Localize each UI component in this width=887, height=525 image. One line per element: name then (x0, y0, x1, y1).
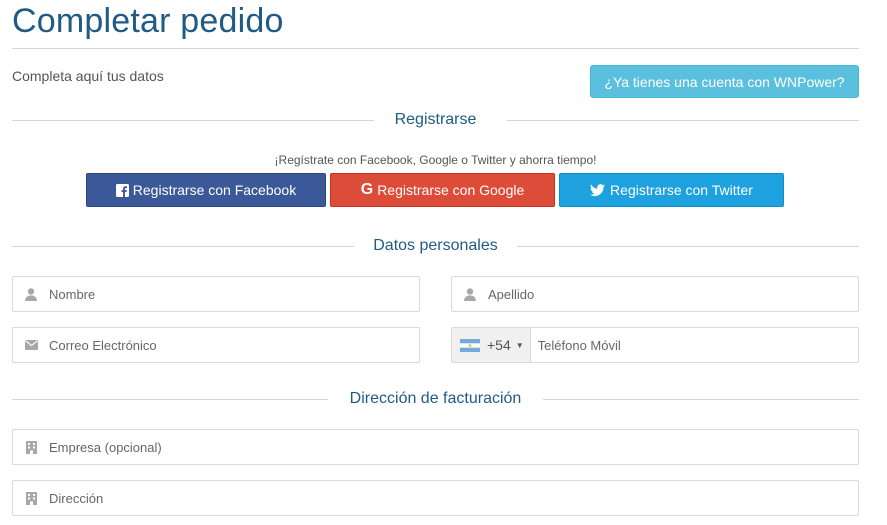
register-facebook-label: Registrarse con Facebook (132, 182, 297, 198)
twitter-icon (590, 183, 606, 197)
chevron-down-icon: ▼ (515, 340, 524, 350)
register-google-label: Registrarse con Google (377, 182, 525, 198)
register-google-button[interactable]: G Registrarse con Google (330, 173, 555, 207)
empresa-field (12, 429, 859, 465)
section-billing-title: Dirección de facturación (335, 390, 536, 407)
section-register-header: Registrarse (12, 108, 859, 132)
email-input[interactable] (49, 328, 419, 362)
nombre-input[interactable] (49, 277, 419, 311)
social-register-hint: ¡Regístrate con Facebook, Google o Twitt… (274, 153, 597, 167)
page-subtitle: Completa aquí tus datos (12, 68, 164, 84)
argentina-flag-icon (460, 338, 480, 352)
building-icon (13, 491, 49, 505)
section-personal-title: Datos personales (359, 237, 512, 254)
checkout-page: Completar pedido Completa aquí tus datos… (0, 0, 887, 525)
register-facebook-button[interactable]: Registrarse con Facebook (86, 173, 326, 207)
section-personal-header: Datos personales (12, 234, 859, 258)
country-code-value: +54 (487, 337, 511, 353)
country-code-select[interactable]: +54 ▼ (452, 328, 531, 362)
register-twitter-button[interactable]: Registrarse con Twitter (559, 173, 784, 207)
empresa-input[interactable] (49, 430, 858, 464)
section-billing-header: Dirección de facturación (12, 387, 859, 411)
register-twitter-label: Registrarse con Twitter (610, 182, 753, 198)
user-icon (13, 287, 49, 301)
user-icon (452, 287, 488, 301)
direccion-input[interactable] (49, 481, 858, 515)
phone-field: +54 ▼ (451, 327, 859, 363)
apellido-field (451, 276, 859, 312)
envelope-icon (13, 340, 49, 350)
page-title: Completar pedido (12, 2, 284, 40)
direccion-field (12, 480, 859, 516)
building-icon (13, 440, 49, 454)
google-icon: G (360, 181, 374, 198)
phone-input[interactable] (530, 328, 858, 362)
email-field (12, 327, 420, 363)
existing-account-button[interactable]: ¿Ya tienes una cuenta con WNPower? (590, 65, 859, 98)
nombre-field (12, 276, 420, 312)
title-divider (12, 48, 859, 49)
section-register-title: Registrarse (380, 111, 491, 128)
facebook-icon (115, 183, 129, 197)
apellido-input[interactable] (488, 277, 858, 311)
